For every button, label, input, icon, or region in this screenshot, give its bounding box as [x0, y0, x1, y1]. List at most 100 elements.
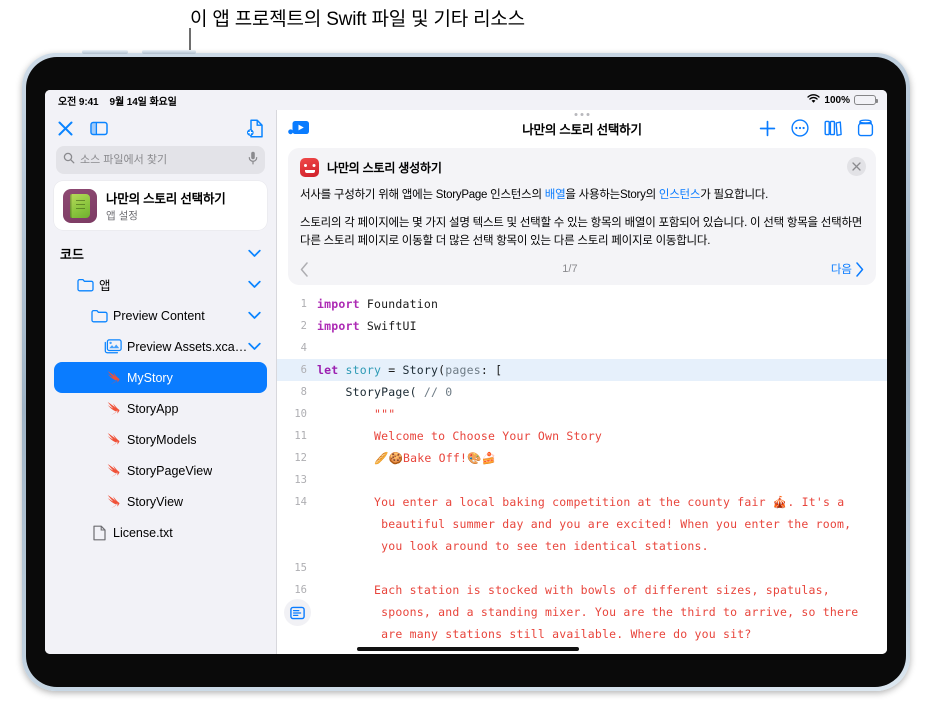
battery-percent: 100%	[824, 94, 850, 106]
package-icon[interactable]	[857, 119, 874, 137]
code-line[interactable]: 16 Each station is stocked with bowls of…	[277, 579, 887, 601]
tree-item-label: StoryModels	[127, 432, 197, 447]
code-line[interactable]: 8 StoryPage( // 0	[277, 381, 887, 403]
chevron-down-icon[interactable]	[248, 249, 261, 258]
tree-item-label: Preview Content	[113, 308, 205, 323]
assets-icon	[102, 339, 124, 354]
plus-icon[interactable]	[759, 120, 776, 137]
chevron-down-icon[interactable]	[248, 311, 261, 320]
code-text: import Foundation	[317, 296, 439, 311]
tree-item-label: StoryApp	[127, 401, 179, 416]
tree-item-storyview[interactable]: StoryView	[54, 486, 267, 517]
code-line[interactable]: are many stations still available. Where…	[277, 623, 887, 645]
chevron-down-icon[interactable]	[248, 342, 261, 351]
horizontal-scrollbar[interactable]	[357, 647, 579, 651]
code-text: StoryPage( // 0	[317, 384, 453, 399]
code-line[interactable]: 12 🥖🍪Bake Off!🎨🍰	[277, 447, 887, 469]
library-icon[interactable]	[824, 119, 842, 137]
close-icon[interactable]	[57, 120, 74, 137]
info-card-title: 나만의 스토리 생성하기	[327, 161, 442, 175]
info-link-array[interactable]: 배열	[545, 189, 566, 201]
line-number	[277, 623, 317, 645]
tree-item-mystory[interactable]: MyStory	[54, 362, 267, 393]
tree-item-storyapp[interactable]: StoryApp	[54, 393, 267, 424]
app-card-title: 나만의 스토리 선택하기	[106, 192, 226, 206]
code-line[interactable]: you look around to see ten identical sta…	[277, 535, 887, 557]
app-body: 나만의 스토리 선택하기 앱 설정 코드앱 Preview Content Prev…	[45, 110, 887, 654]
search-input[interactable]	[80, 154, 243, 166]
folder-icon	[88, 309, 110, 323]
status-bar: 오전 9:41 9월 14일 화요일 100%	[45, 90, 887, 110]
line-number: 13	[294, 473, 307, 486]
text-file-icon	[88, 525, 110, 541]
volume-down-button[interactable]	[142, 50, 196, 54]
swift-icon	[102, 462, 124, 479]
chevron-down-icon[interactable]	[248, 280, 261, 289]
code-text: Welcome to Choose Your Own Story	[317, 428, 602, 443]
tree-item-preview-content[interactable]: Preview Content	[54, 300, 267, 331]
code-line[interactable]: 10 """	[277, 403, 887, 425]
info-card-pager: 1/7 다음	[300, 254, 864, 285]
swift-icon	[102, 493, 124, 510]
new-file-icon[interactable]	[247, 119, 264, 138]
code-line[interactable]: 2 import SwiftUI	[277, 315, 887, 337]
code-text: Each station is stocked with bowls of di…	[317, 582, 830, 597]
code-line[interactable]: 15	[277, 557, 887, 579]
swift-icon	[102, 369, 124, 386]
tree-item-[interactable]: 코드	[54, 238, 267, 269]
volume-up-button[interactable]	[82, 50, 128, 54]
app-settings-card[interactable]: 나만의 스토리 선택하기 앱 설정	[54, 181, 267, 230]
monster-icon	[300, 158, 319, 177]
code-line[interactable]: 4	[277, 337, 887, 359]
search-box[interactable]	[56, 146, 265, 174]
info-card: 나만의 스토리 생성하기 서사를 구성하기 위해 앱에는 StoryPage 인…	[288, 148, 876, 285]
chevron-left-icon[interactable]	[300, 262, 309, 277]
multitask-handle[interactable]	[574, 113, 590, 116]
line-number	[277, 513, 317, 535]
tree-item-storymodels[interactable]: StoryModels	[54, 424, 267, 455]
sidebar-toolbar	[45, 110, 276, 146]
file-tree: 코드앱 Preview Content Preview Assets.xcass..…	[45, 238, 276, 654]
code-line[interactable]: beautiful summer day and you are excited…	[277, 513, 887, 535]
tree-item-preview-assets-xcass[interactable]: Preview Assets.xcass...	[54, 331, 267, 362]
tree-item-[interactable]: 앱	[54, 269, 267, 300]
run-preview-icon[interactable]	[288, 120, 310, 137]
microphone-icon[interactable]	[248, 151, 258, 170]
tree-item-license-txt[interactable]: License.txt	[54, 517, 267, 548]
chevron-right-icon	[856, 262, 864, 277]
close-icon[interactable]	[847, 157, 866, 176]
search-icon	[63, 151, 75, 169]
info-p1-pre: 서사를 구성하기 위해 앱에는 StoryPage 인스턴스의	[300, 189, 545, 201]
ellipsis-circle-icon[interactable]	[791, 119, 809, 137]
line-number	[277, 535, 317, 557]
code-text: are many stations still available. Where…	[317, 626, 752, 641]
info-paragraph-2: 스토리의 각 페이지에는 몇 가지 설명 텍스트 및 선택할 수 있는 항목의 …	[300, 216, 863, 248]
minimap-icon[interactable]	[284, 599, 311, 626]
tree-item-label: MyStory	[127, 370, 173, 385]
tree-item-storypageview[interactable]: StoryPageView	[54, 455, 267, 486]
sidebar-toggle-icon[interactable]	[90, 121, 108, 136]
code-text: You enter a local baking competition at …	[317, 494, 845, 509]
line-number: 15	[294, 561, 307, 574]
status-right-group: 100%	[807, 93, 878, 107]
line-number: 8	[300, 385, 307, 398]
info-p1-mid: 을 사용하는Story의	[565, 189, 659, 201]
main-toolbar-actions	[759, 119, 874, 137]
info-paragraph-1: 서사를 구성하기 위해 앱에는 StoryPage 인스턴스의 배열을 사용하는…	[300, 186, 864, 205]
code-line[interactable]: spoons, and a standing mixer. You are th…	[277, 601, 887, 623]
tree-item-label: 앱	[99, 279, 111, 293]
code-line[interactable]: 14 You enter a local baking competition …	[277, 491, 887, 513]
code-line[interactable]: 13	[277, 469, 887, 491]
ipad-device: 오전 9:41 9월 14일 화요일 100% 소스 파일에서 찾기 나만의 스…	[22, 50, 910, 691]
code-line[interactable]: 6 let story = Story(pages: [	[277, 358, 887, 381]
info-link-instance[interactable]: 인스턴스	[659, 189, 701, 201]
status-time: 오전 9:41	[58, 96, 99, 108]
code-line[interactable]: 11 Welcome to Choose Your Own Story	[277, 425, 887, 447]
code-editor[interactable]: 1 import Foundation 2 import SwiftUI 4 6 let s…	[277, 291, 887, 654]
wifi-icon	[807, 93, 821, 107]
code-line[interactable]: 1 import Foundation	[277, 293, 887, 315]
line-number: 16	[294, 583, 307, 596]
pager-next-button[interactable]: 다음	[831, 261, 864, 277]
